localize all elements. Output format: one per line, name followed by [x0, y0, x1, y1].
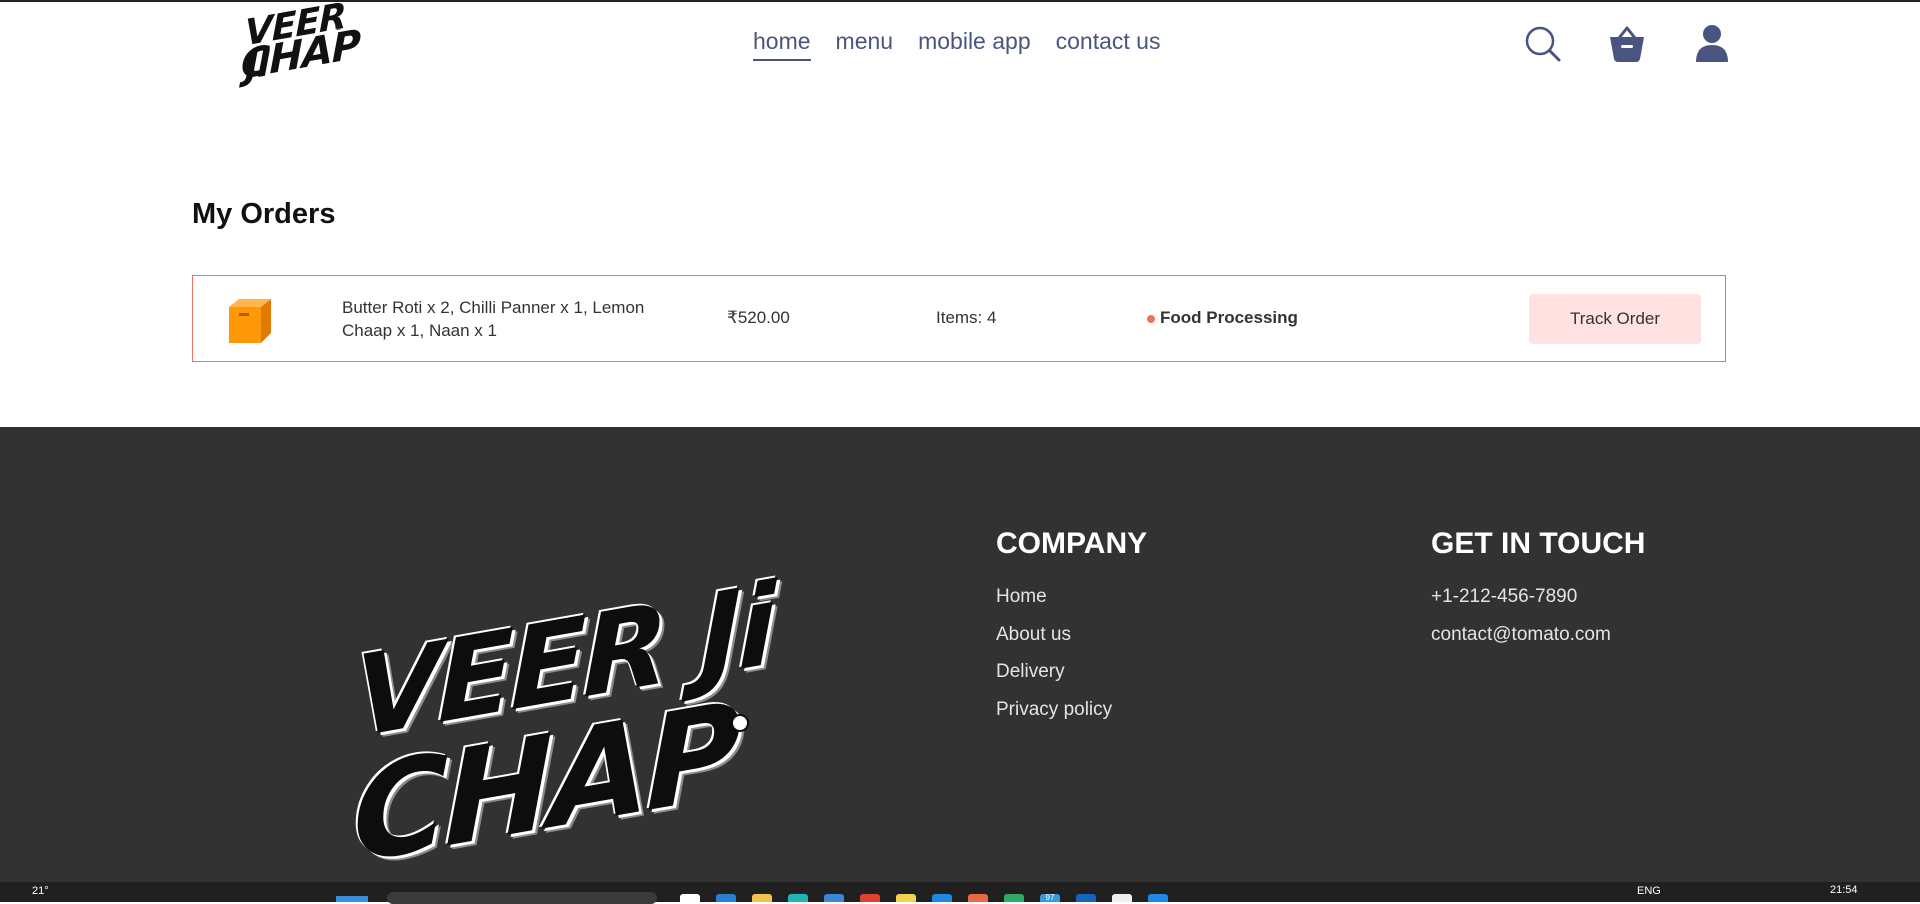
weather-widget[interactable]: 21° — [32, 885, 49, 897]
nav-home[interactable]: home — [753, 28, 811, 61]
taskbar-app-icon[interactable] — [932, 894, 952, 902]
footer-link-home[interactable]: Home — [996, 585, 1147, 609]
footer-company-column: COMPANY Home About us Delivery Privacy p… — [996, 527, 1147, 735]
taskbar-app-icon[interactable] — [1076, 894, 1096, 902]
footer-link-privacy[interactable]: Privacy policy — [996, 698, 1147, 722]
taskbar-app-icon[interactable] — [752, 894, 772, 902]
footer-company-heading: COMPANY — [996, 527, 1148, 560]
order-status-label: Food Processing — [1160, 308, 1298, 327]
footer-contact-heading: GET IN TOUCH — [1431, 527, 1646, 560]
status-dot-icon — [1147, 314, 1155, 323]
main-nav: home menu mobile app contact us — [753, 28, 1160, 61]
footer-logo: VEER Ji CHAP — [353, 560, 775, 902]
footer-contact-list: +1-212-456-7890 contact@tomato.com — [1431, 585, 1645, 646]
footer-contact-column: GET IN TOUCH +1-212-456-7890 contact@tom… — [1431, 527, 1645, 660]
order-status: Food Processing — [1147, 308, 1298, 328]
parcel-icon — [225, 295, 275, 345]
track-order-button[interactable]: Track Order — [1529, 294, 1701, 344]
taskbar-app-icon[interactable] — [896, 894, 916, 902]
nav-contact-us[interactable]: contact us — [1056, 28, 1161, 61]
nav-menu[interactable]: menu — [836, 28, 894, 61]
order-items-text: Butter Roti x 2, Chilli Panner x 1, Lemo… — [342, 298, 645, 340]
brand-logo[interactable]: VEER JI CHAP ® — [241, 0, 360, 89]
taskbar-app-icon[interactable] — [1148, 894, 1168, 902]
footer-company-links: Home About us Delivery Privacy policy — [996, 585, 1147, 721]
page-title: My Orders — [192, 198, 336, 230]
logo-registered-mark: ® — [335, 22, 342, 32]
order-item-count: Items: 4 — [936, 308, 997, 327]
taskbar-app-icon[interactable] — [680, 894, 700, 902]
start-icon[interactable] — [336, 896, 368, 902]
taskbar-app-icon[interactable] — [860, 894, 880, 902]
navbar: VEER JI CHAP ® home menu mobile app cont… — [0, 0, 1920, 89]
taskbar-app-icon[interactable] — [1004, 894, 1024, 902]
taskbar-search-input[interactable] — [387, 892, 657, 904]
taskbar-badge[interactable]: 97 — [1040, 894, 1060, 902]
os-taskbar: 21° 97 ENG 21:54 — [0, 882, 1920, 904]
order-amount: ₹520.00 — [727, 308, 790, 327]
footer-logo-mark-icon — [731, 714, 749, 732]
footer: VEER Ji CHAP COMPANY Home About us Deliv… — [0, 427, 1920, 902]
clock[interactable]: 21:54 — [1830, 884, 1858, 896]
taskbar-app-icon[interactable] — [788, 894, 808, 902]
order-card: Butter Roti x 2, Chilli Panner x 1, Lemo… — [192, 275, 1726, 362]
nav-mobile-app[interactable]: mobile app — [918, 28, 1031, 61]
search-icon[interactable] — [1523, 24, 1563, 64]
footer-link-about[interactable]: About us — [996, 623, 1147, 647]
footer-link-delivery[interactable]: Delivery — [996, 660, 1147, 684]
basket-icon[interactable] — [1607, 24, 1647, 64]
taskbar-app-icon[interactable] — [824, 894, 844, 902]
taskbar-app-icon[interactable] — [1112, 894, 1132, 902]
footer-email: contact@tomato.com — [1431, 623, 1611, 645]
language-indicator[interactable]: ENG — [1637, 885, 1661, 897]
profile-icon[interactable] — [1692, 24, 1732, 64]
taskbar-app-icon[interactable] — [968, 894, 988, 902]
taskbar-apps: 97 — [680, 894, 1168, 902]
footer-phone: +1-212-456-7890 — [1431, 586, 1578, 607]
taskbar-app-icon[interactable] — [716, 894, 736, 902]
